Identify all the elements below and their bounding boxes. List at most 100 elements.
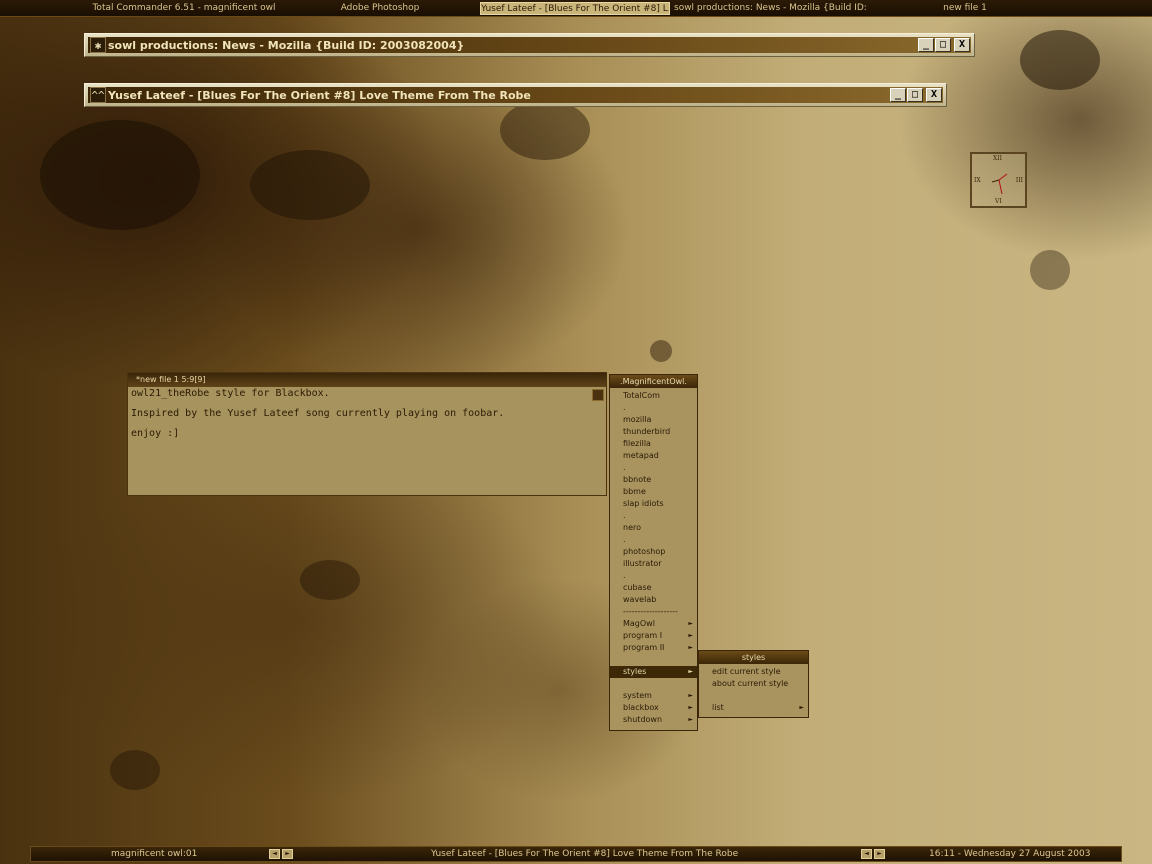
- close-button[interactable]: X: [954, 38, 970, 52]
- task-prev-button[interactable]: ◄: [861, 849, 872, 859]
- menu-item[interactable]: mozilla: [610, 414, 697, 426]
- menu-item[interactable]: styles ►: [610, 666, 697, 678]
- ink-splatter: [650, 340, 672, 362]
- foobar-window-titlebar[interactable]: ^^ Yusef Lateef - [Blues For The Orient …: [84, 83, 947, 107]
- submenu-item[interactable]: about current style: [699, 678, 808, 690]
- menu-item-label: photoshop: [623, 547, 666, 556]
- ink-splatter: [1030, 250, 1070, 290]
- menu-item[interactable]: metapad: [610, 450, 697, 462]
- menu-item[interactable]: .: [610, 462, 697, 474]
- root-menu: .MagnificentOwl. TotalCom. mozilla thunder…: [609, 374, 698, 731]
- menu-item-label: program II: [623, 643, 665, 652]
- menu-item[interactable]: bbnote: [610, 474, 697, 486]
- menu-item-label: system: [623, 691, 652, 700]
- menu-item-label: wavelab: [623, 595, 657, 604]
- task-foobar[interactable]: Yusef Lateef - [Blues For The Orient #8]…: [480, 2, 670, 15]
- clock-hands-icon: [991, 173, 1008, 195]
- window-title: sowl productions: News - Mozilla {Build …: [108, 38, 465, 52]
- menu-item-label: .: [623, 403, 626, 412]
- menu-item[interactable]: slap idiots: [610, 498, 697, 510]
- menu-item[interactable]: program I ►: [610, 630, 697, 642]
- menu-item-label: cubase: [623, 583, 652, 592]
- menu-item-label: filezilla: [623, 439, 651, 448]
- menu-item[interactable]: TotalCom: [610, 390, 697, 402]
- menu-item[interactable]: shutdown ►: [610, 714, 697, 726]
- submenu-item[interactable]: list ►: [699, 702, 808, 714]
- maximize-button[interactable]: □: [907, 88, 923, 102]
- submenu-item: [699, 690, 808, 702]
- now-playing-label: Yusef Lateef - [Blues For The Orient #8]…: [431, 849, 739, 859]
- submenu-title: styles: [699, 651, 808, 664]
- menu-item[interactable]: filezilla: [610, 438, 697, 450]
- menu-item-label: program I: [623, 631, 663, 640]
- menu-item: [610, 678, 697, 690]
- top-taskbar: Total Commander 6.51 - magnificent owl A…: [0, 0, 1152, 17]
- menu-item-label: slap idiots: [623, 499, 664, 508]
- task-total-commander[interactable]: Total Commander 6.51 - magnificent owl: [88, 2, 280, 15]
- menu-item-label: bbme: [623, 487, 646, 496]
- menu-item[interactable]: cubase: [610, 582, 697, 594]
- menu-item-label: blackbox: [623, 703, 659, 712]
- menu-item[interactable]: bbme: [610, 486, 697, 498]
- editor-title: *new file 1 5:9[9]: [128, 373, 606, 387]
- task-photoshop[interactable]: Adobe Photoshop: [284, 2, 476, 15]
- window-title: Yusef Lateef - [Blues For The Orient #8]…: [108, 88, 531, 102]
- menu-item-label: styles: [623, 667, 647, 676]
- submenu-arrow-icon: ►: [799, 704, 804, 711]
- menu-item[interactable]: MagOwl ►: [610, 618, 697, 630]
- submenu-arrow-icon: ►: [688, 716, 693, 723]
- workspace-label[interactable]: magnificent owl:01: [111, 847, 197, 861]
- submenu-arrow-icon: ►: [688, 668, 693, 675]
- ink-splatter: [250, 150, 370, 220]
- menu-item-label: nero: [623, 523, 641, 532]
- menu-item[interactable]: nero: [610, 522, 697, 534]
- menu-item[interactable]: photoshop: [610, 546, 697, 558]
- menu-item-label: .: [623, 571, 626, 580]
- menu-item[interactable]: thunderbird: [610, 426, 697, 438]
- task-new-file[interactable]: new file 1: [870, 2, 1060, 15]
- menu-item[interactable]: .: [610, 402, 697, 414]
- editor-line: enjoy :]: [131, 428, 180, 439]
- editor-text-area[interactable]: owl21_theRobe style for Blackbox. Inspir…: [128, 387, 606, 451]
- bottom-toolbar: magnificent owl:01 ◄ ► Yusef Lateef - [B…: [30, 846, 1122, 862]
- submenu-arrow-icon: ►: [688, 704, 693, 711]
- menu-item[interactable]: illustrator: [610, 558, 697, 570]
- editor-window[interactable]: *new file 1 5:9[9] owl21_theRobe style f…: [127, 372, 607, 496]
- submenu-item-label: edit current style: [712, 667, 781, 676]
- submenu-item-label: about current style: [712, 679, 789, 688]
- desktop-clock: XII III VI IX: [970, 152, 1027, 208]
- menu-item-label: thunderbird: [623, 427, 671, 436]
- submenu-arrow-icon: ►: [688, 692, 693, 699]
- menu-item[interactable]: -------------------: [610, 606, 697, 618]
- submenu-item[interactable]: edit current style: [699, 666, 808, 678]
- minimize-button[interactable]: _: [890, 88, 906, 102]
- task-mozilla[interactable]: sowl productions: News - Mozilla {Build …: [674, 2, 866, 15]
- menu-title: .MagnificentOwl.: [610, 375, 697, 388]
- styles-submenu: styles edit current style about current s…: [698, 650, 809, 718]
- menu-item[interactable]: .: [610, 510, 697, 522]
- workspace-next-button[interactable]: ►: [282, 849, 293, 859]
- menu-item-label: bbnote: [623, 475, 652, 484]
- menu-item[interactable]: .: [610, 534, 697, 546]
- foobar-icon: ^^: [90, 87, 106, 103]
- mozilla-window-titlebar[interactable]: ✱ sowl productions: News - Mozilla {Buil…: [84, 33, 975, 57]
- maximize-button[interactable]: □: [935, 38, 951, 52]
- workspace-prev-button[interactable]: ◄: [269, 849, 280, 859]
- menu-item[interactable]: program II ►: [610, 642, 697, 654]
- submenu-arrow-icon: ►: [688, 632, 693, 639]
- menu-item[interactable]: blackbox ►: [610, 702, 697, 714]
- close-button[interactable]: X: [926, 88, 942, 102]
- minimize-button[interactable]: _: [918, 38, 934, 52]
- ink-splatter: [40, 120, 200, 230]
- menu-item-label: TotalCom: [623, 391, 660, 400]
- menu-item: [610, 654, 697, 666]
- menu-item[interactable]: wavelab: [610, 594, 697, 606]
- task-next-button[interactable]: ►: [874, 849, 885, 859]
- menu-item[interactable]: system ►: [610, 690, 697, 702]
- ink-splatter: [300, 560, 360, 600]
- menu-item-label: mozilla: [623, 415, 652, 424]
- menu-item[interactable]: .: [610, 570, 697, 582]
- clock-date-label: 16:11 - Wednesday 27 August 2003: [929, 849, 1091, 859]
- editor-close-button[interactable]: [592, 389, 604, 401]
- ink-splatter: [500, 100, 590, 160]
